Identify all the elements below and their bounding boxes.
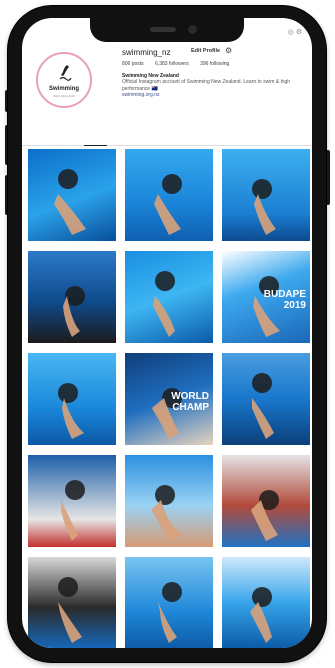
swimmer-backstroke-tile[interactable] bbox=[125, 149, 213, 241]
tile-caption: BUDAPE 2019 bbox=[263, 289, 306, 311]
followers-count[interactable]: 6,383 followers bbox=[155, 61, 189, 67]
swimmer-silhouette-icon bbox=[252, 373, 274, 439]
swimmer-silhouette-icon bbox=[61, 480, 85, 541]
swimmer-lane-tile[interactable] bbox=[125, 557, 213, 648]
phone-notch bbox=[90, 18, 244, 42]
following-count[interactable]: 396 following bbox=[200, 61, 229, 67]
profile-stats: 806 posts 6,383 followers 396 following bbox=[122, 61, 239, 67]
avatar-brand-text: Swimming bbox=[48, 86, 79, 92]
swimmer-silhouette-icon bbox=[250, 587, 272, 643]
swimmer-silhouette-icon bbox=[54, 169, 86, 235]
swimmer-logo-icon bbox=[59, 65, 72, 81]
instagram-profile-screen: ◎ ⚙ Swimming NEW ZEALAND swimming_nz Edi… bbox=[22, 18, 312, 648]
swimmer-red-cap-tile[interactable] bbox=[28, 455, 116, 547]
swimmer-silhouette-icon bbox=[63, 286, 85, 337]
swimmer-silhouette-icon bbox=[154, 174, 182, 235]
swimmer-dive-tile[interactable] bbox=[125, 251, 213, 343]
gear-icon[interactable]: ⚙ bbox=[225, 46, 232, 55]
swimmer-celebrate-tile[interactable] bbox=[28, 557, 116, 648]
swimmer-medal-tile[interactable] bbox=[28, 251, 116, 343]
swimmer-underwater-tile[interactable] bbox=[28, 149, 116, 241]
swimmer-silhouette-icon bbox=[252, 179, 276, 235]
status-icons: ◎ ⚙ bbox=[287, 29, 302, 36]
swimmer-silhouette-icon bbox=[158, 582, 182, 643]
swimmer-omega-tile[interactable] bbox=[222, 455, 310, 547]
swimmer-freestyle-tile[interactable] bbox=[28, 353, 116, 445]
swimmer-silhouette-icon bbox=[58, 383, 84, 439]
budapest-2019-tile[interactable]: BUDAPE 2019 bbox=[222, 251, 310, 343]
avatar-brand-subtext: NEW ZEALAND bbox=[53, 94, 75, 98]
profile-bio: Swimming New Zealand Official Instagram … bbox=[122, 73, 310, 98]
swimmer-silhouette-icon bbox=[151, 485, 183, 541]
tile-caption: WORLD CHAMP bbox=[171, 391, 209, 413]
swimmer-silhouette-icon bbox=[58, 577, 82, 643]
swimmer-silhouette-icon bbox=[153, 271, 175, 337]
swimmer-breaststroke-tile[interactable] bbox=[222, 353, 310, 445]
bio-link[interactable]: swimming.org.nz bbox=[122, 92, 310, 98]
world-championships-tile[interactable]: WORLD CHAMP bbox=[125, 353, 213, 445]
profile-avatar[interactable]: Swimming NEW ZEALAND bbox=[36, 52, 92, 108]
bio-text: Official Instagram account of Swimming N… bbox=[122, 79, 291, 92]
power-button bbox=[326, 150, 330, 205]
swimmer-starting-block-tile[interactable] bbox=[222, 149, 310, 241]
swimmer-silhouette-icon bbox=[251, 490, 279, 541]
swimmer-block-dive-tile[interactable] bbox=[125, 455, 213, 547]
swimmer-butterfly-tile[interactable] bbox=[222, 557, 310, 648]
front-camera bbox=[188, 25, 197, 34]
speaker-grille bbox=[150, 27, 176, 32]
posts-count: 806 posts bbox=[122, 61, 144, 67]
edit-profile-button[interactable]: Edit Profile bbox=[191, 48, 220, 54]
profile-username: swimming_nz bbox=[122, 48, 171, 57]
